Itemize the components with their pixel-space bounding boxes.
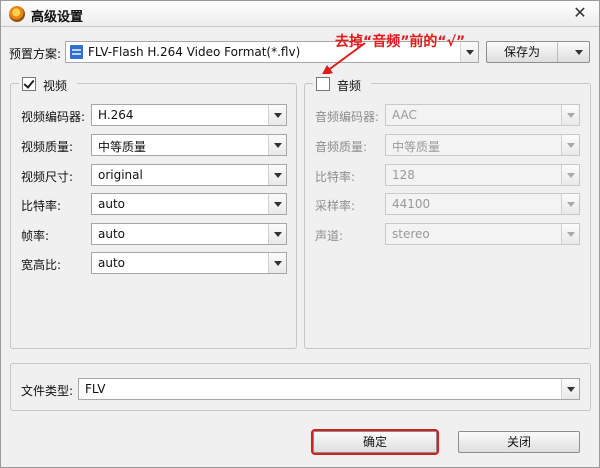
file-type-label: 文件类型: xyxy=(21,384,74,398)
audio-group-header: 音频 xyxy=(313,74,371,94)
title-bar: 高级设置 ✕ xyxy=(1,1,599,27)
chevron-down-icon[interactable] xyxy=(268,105,286,125)
chevron-down-icon[interactable] xyxy=(561,224,579,244)
video-checkbox[interactable] xyxy=(22,77,36,91)
video-encoder-select[interactable]: H.264 xyxy=(91,104,287,126)
chevron-down-icon[interactable] xyxy=(268,224,286,244)
video-bitrate-value: auto xyxy=(98,197,126,211)
audio-bitrate-label: 比特率: xyxy=(315,170,356,184)
app-logo-icon xyxy=(9,6,25,22)
video-aspect-select[interactable]: auto xyxy=(91,252,287,274)
ok-button[interactable]: 确定 xyxy=(311,429,439,455)
chevron-down-icon[interactable] xyxy=(561,165,579,185)
audio-samplerate-select[interactable]: 44100 xyxy=(385,193,580,215)
audio-samplerate-value: 44100 xyxy=(392,197,431,211)
advanced-settings-dialog: 高级设置 ✕ 预置方案: FLV-Flash H.264 Video Forma… xyxy=(0,0,600,468)
preset-value: FLV-Flash H.264 Video Format(*.flv) xyxy=(88,45,301,59)
file-type-value: FLV xyxy=(85,382,106,396)
audio-title: 音频 xyxy=(337,79,362,93)
video-aspect-label: 宽高比: xyxy=(21,258,62,272)
video-framerate-label: 帧率: xyxy=(21,229,50,243)
video-encoder-value: H.264 xyxy=(98,108,134,122)
chevron-down-icon[interactable] xyxy=(268,194,286,214)
audio-bitrate-value: 128 xyxy=(392,168,415,182)
video-title: 视频 xyxy=(43,79,68,93)
video-quality-label: 视频质量: xyxy=(21,140,74,154)
audio-quality-value: 中等质量 xyxy=(392,140,441,154)
video-quality-select[interactable]: 中等质量 xyxy=(91,134,287,156)
split-divider xyxy=(557,42,558,62)
audio-checkbox[interactable] xyxy=(316,77,330,91)
chevron-down-icon[interactable] xyxy=(561,194,579,214)
audio-encoder-select[interactable]: AAC xyxy=(385,104,580,126)
film-icon xyxy=(70,45,83,59)
file-type-select[interactable]: FLV xyxy=(78,378,580,400)
video-size-select[interactable]: original xyxy=(91,164,287,186)
close-button[interactable]: 关闭 xyxy=(458,431,580,453)
video-framerate-value: auto xyxy=(98,227,126,241)
chevron-down-icon[interactable] xyxy=(561,105,579,125)
video-group-header: 视频 xyxy=(19,74,77,94)
chevron-down-icon[interactable] xyxy=(268,135,286,155)
audio-encoder-value: AAC xyxy=(392,108,417,122)
audio-channel-label: 声道: xyxy=(315,229,344,243)
audio-samplerate-label: 采样率: xyxy=(315,199,356,213)
window-title: 高级设置 xyxy=(31,10,84,25)
close-icon[interactable]: ✕ xyxy=(571,4,589,22)
audio-quality-select[interactable]: 中等质量 xyxy=(385,134,580,156)
chevron-down-icon[interactable] xyxy=(561,135,579,155)
video-size-value: original xyxy=(98,168,143,182)
video-aspect-value: auto xyxy=(98,256,126,270)
audio-encoder-label: 音频编码器: xyxy=(315,110,380,124)
audio-bitrate-select[interactable]: 128 xyxy=(385,164,580,186)
video-quality-value: 中等质量 xyxy=(98,140,147,154)
save-as-label: 保存为 xyxy=(503,45,540,59)
chevron-down-icon[interactable] xyxy=(561,379,579,399)
video-encoder-label: 视频编码器: xyxy=(21,110,86,124)
chevron-down-icon[interactable] xyxy=(268,165,286,185)
audio-quality-label: 音频质量: xyxy=(315,140,368,154)
save-as-button[interactable]: 保存为 xyxy=(486,41,590,63)
video-bitrate-label: 比特率: xyxy=(21,199,62,213)
chevron-down-icon[interactable] xyxy=(575,50,583,55)
audio-channel-select[interactable]: stereo xyxy=(385,223,580,245)
video-bitrate-select[interactable]: auto xyxy=(91,193,287,215)
video-size-label: 视频尺寸: xyxy=(21,170,74,184)
chevron-down-icon[interactable] xyxy=(268,253,286,273)
preset-label: 预置方案: xyxy=(9,47,62,61)
audio-channel-value: stereo xyxy=(392,227,430,241)
video-framerate-select[interactable]: auto xyxy=(91,223,287,245)
